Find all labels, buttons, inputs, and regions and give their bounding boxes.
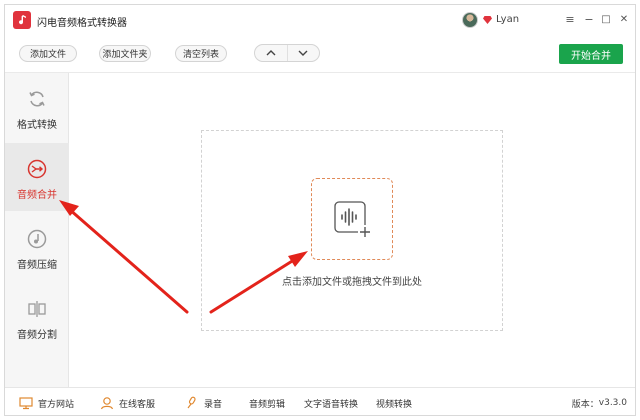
clear-list-button[interactable]: 清空列表: [175, 45, 227, 62]
split-icon: [28, 301, 46, 317]
title-bar: 闪电音频格式转换器 Lyan ≡ − □ ✕: [5, 5, 635, 35]
audio-edit-link[interactable]: 音频剪辑: [249, 388, 286, 415]
record-label: 录音: [204, 399, 223, 410]
app-title: 闪电音频格式转换器: [37, 18, 127, 29]
start-merge-button[interactable]: 开始合并: [559, 44, 623, 64]
footer: 官方网站 在线客服 录音 音频剪辑 文字语音转换 视频转换 版本： v3.3.0: [5, 387, 635, 415]
official-website-link[interactable]: 官方网站: [19, 388, 75, 415]
move-down-button[interactable]: [286, 45, 320, 61]
add-folder-button[interactable]: 添加文件夹: [99, 45, 151, 62]
sidebar-item-label: 音频分割: [17, 330, 57, 341]
menu-icon[interactable]: ≡: [562, 11, 578, 27]
compress-icon: [27, 229, 47, 249]
sidebar: 格式转换 音频合并 音频压缩 音频分割: [5, 73, 69, 387]
text-to-speech-label: 文字语音转换: [304, 399, 359, 410]
sidebar-item-label: 音频压缩: [17, 260, 57, 271]
audio-edit-label: 音频剪辑: [249, 399, 286, 410]
sidebar-item-audio-merge[interactable]: 音频合并: [5, 143, 69, 211]
app-window: 闪电音频格式转换器 Lyan ≡ − □ ✕ 添加文件 添加文件夹 清空列表 开…: [4, 4, 636, 416]
online-support-link[interactable]: 在线客服: [100, 388, 156, 415]
video-convert-label: 视频转换: [376, 399, 413, 410]
reorder-controls: [254, 44, 320, 62]
file-drop-zone[interactable]: 点击添加文件或拖拽文件到此处: [201, 130, 503, 331]
online-support-label: 在线客服: [119, 399, 156, 410]
chevron-up-icon: [266, 50, 276, 56]
sidebar-item-label: 格式转换: [17, 120, 57, 131]
chevron-down-icon: [298, 50, 308, 56]
audio-add-icon: [334, 201, 372, 239]
version-label: 版本：: [571, 399, 599, 410]
version-number: v3.3.0: [598, 398, 627, 408]
add-audio-button[interactable]: [311, 178, 393, 260]
sidebar-item-format-convert[interactable]: 格式转换: [5, 73, 69, 141]
username[interactable]: Lyan: [496, 14, 519, 25]
support-icon: [100, 397, 114, 410]
sidebar-item-audio-split[interactable]: 音频分割: [5, 283, 69, 351]
toolbar: 添加文件 添加文件夹 清空列表 开始合并: [5, 35, 635, 73]
record-link[interactable]: 录音: [185, 388, 223, 415]
video-convert-link[interactable]: 视频转换: [376, 388, 413, 415]
sidebar-item-label: 音频合并: [17, 190, 57, 201]
app-logo-icon: [13, 11, 31, 29]
drop-hint-text: 点击添加文件或拖拽文件到此处: [282, 277, 422, 288]
minimize-button[interactable]: −: [581, 11, 597, 27]
move-up-button[interactable]: [255, 45, 287, 61]
version-info: 版本： v3.3.0: [571, 388, 627, 415]
merge-icon: [27, 159, 47, 179]
avatar[interactable]: [462, 12, 478, 28]
microphone-icon: [187, 396, 196, 409]
maximize-button[interactable]: □: [598, 11, 614, 27]
add-file-button[interactable]: 添加文件: [19, 45, 77, 62]
official-website-label: 官方网站: [38, 399, 75, 410]
refresh-icon: [29, 91, 45, 107]
monitor-icon: [19, 397, 33, 410]
sidebar-item-audio-compress[interactable]: 音频压缩: [5, 213, 69, 281]
vip-diamond-icon: [483, 16, 492, 24]
close-button[interactable]: ✕: [616, 11, 632, 27]
text-to-speech-link[interactable]: 文字语音转换: [304, 388, 359, 415]
